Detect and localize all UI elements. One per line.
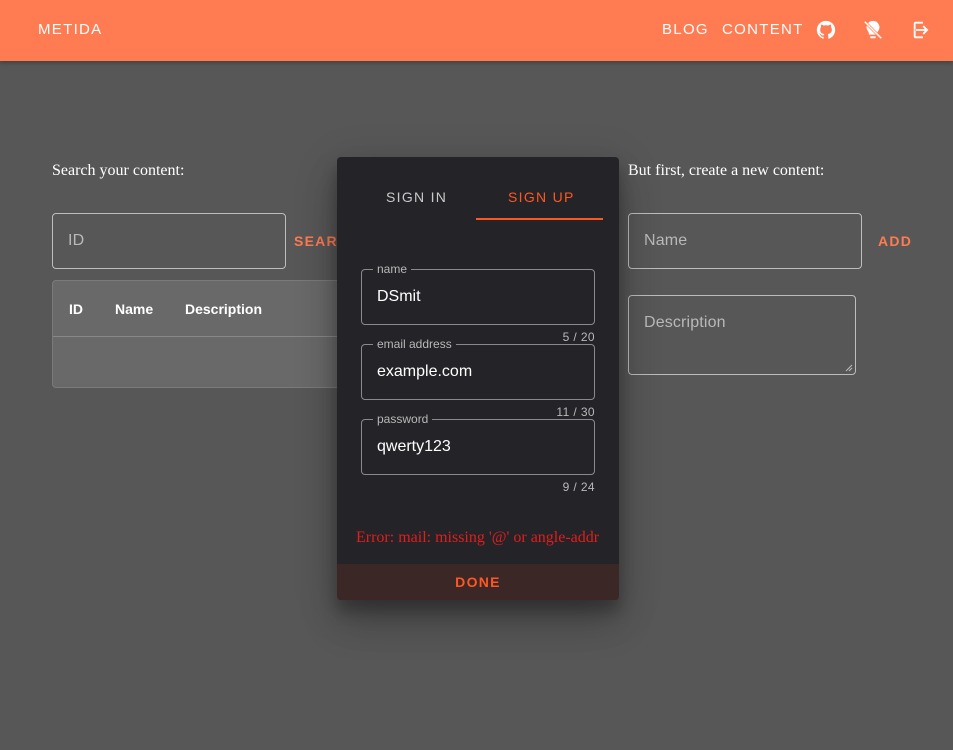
login-icon[interactable] [909, 17, 935, 43]
name-input[interactable]: Name [628, 213, 862, 269]
nav-blog[interactable]: BLOG [662, 21, 709, 38]
id-placeholder: ID [68, 232, 85, 249]
password-field-label: password [373, 412, 433, 426]
search-label: Search your content: [52, 162, 185, 179]
email-field-label: email address [373, 337, 456, 351]
password-field-value: qwerty123 [377, 438, 451, 455]
tab-sign-up[interactable]: SIGN UP [508, 189, 575, 205]
table-header: ID Name Description [53, 281, 351, 337]
password-counter: 9 / 24 [562, 480, 595, 494]
content-table: ID Name Description [52, 280, 352, 388]
column-name[interactable]: Name [115, 301, 153, 317]
app-bar: METIDA BLOG CONTENT [0, 0, 953, 61]
description-textarea[interactable]: Description [628, 295, 856, 375]
resize-handle-icon[interactable] [845, 364, 853, 372]
description-placeholder: Description [644, 314, 726, 331]
brand-title[interactable]: METIDA [38, 21, 102, 38]
email-field[interactable]: email address example.com [361, 337, 595, 400]
name-field-label: name [373, 262, 412, 276]
error-message: Error: mail: missing '@' or angle-addr [356, 529, 600, 546]
name-field[interactable]: name DSmit [361, 262, 595, 325]
id-search-input[interactable]: ID [52, 213, 286, 269]
create-label: But first, create a new content: [628, 162, 825, 179]
email-counter: 11 / 30 [556, 405, 595, 419]
active-tab-indicator [476, 218, 603, 220]
name-field-value: DSmit [377, 288, 421, 305]
name-placeholder: Name [644, 232, 688, 249]
column-id[interactable]: ID [69, 301, 83, 317]
done-button-label: DONE [455, 574, 501, 590]
tab-sign-in[interactable]: SIGN IN [386, 189, 447, 205]
auth-dialog: SIGN IN SIGN UP name DSmit 5 / 20 email … [337, 157, 619, 600]
name-counter: 5 / 20 [562, 330, 595, 344]
add-button[interactable]: ADD [878, 233, 912, 249]
lightbulb-off-icon[interactable] [860, 17, 886, 43]
github-icon[interactable] [813, 17, 839, 43]
password-field[interactable]: password qwerty123 [361, 412, 595, 475]
nav-content[interactable]: CONTENT [722, 21, 804, 38]
done-button[interactable]: DONE [337, 564, 619, 600]
column-description[interactable]: Description [185, 301, 262, 317]
email-field-value: example.com [377, 363, 473, 380]
